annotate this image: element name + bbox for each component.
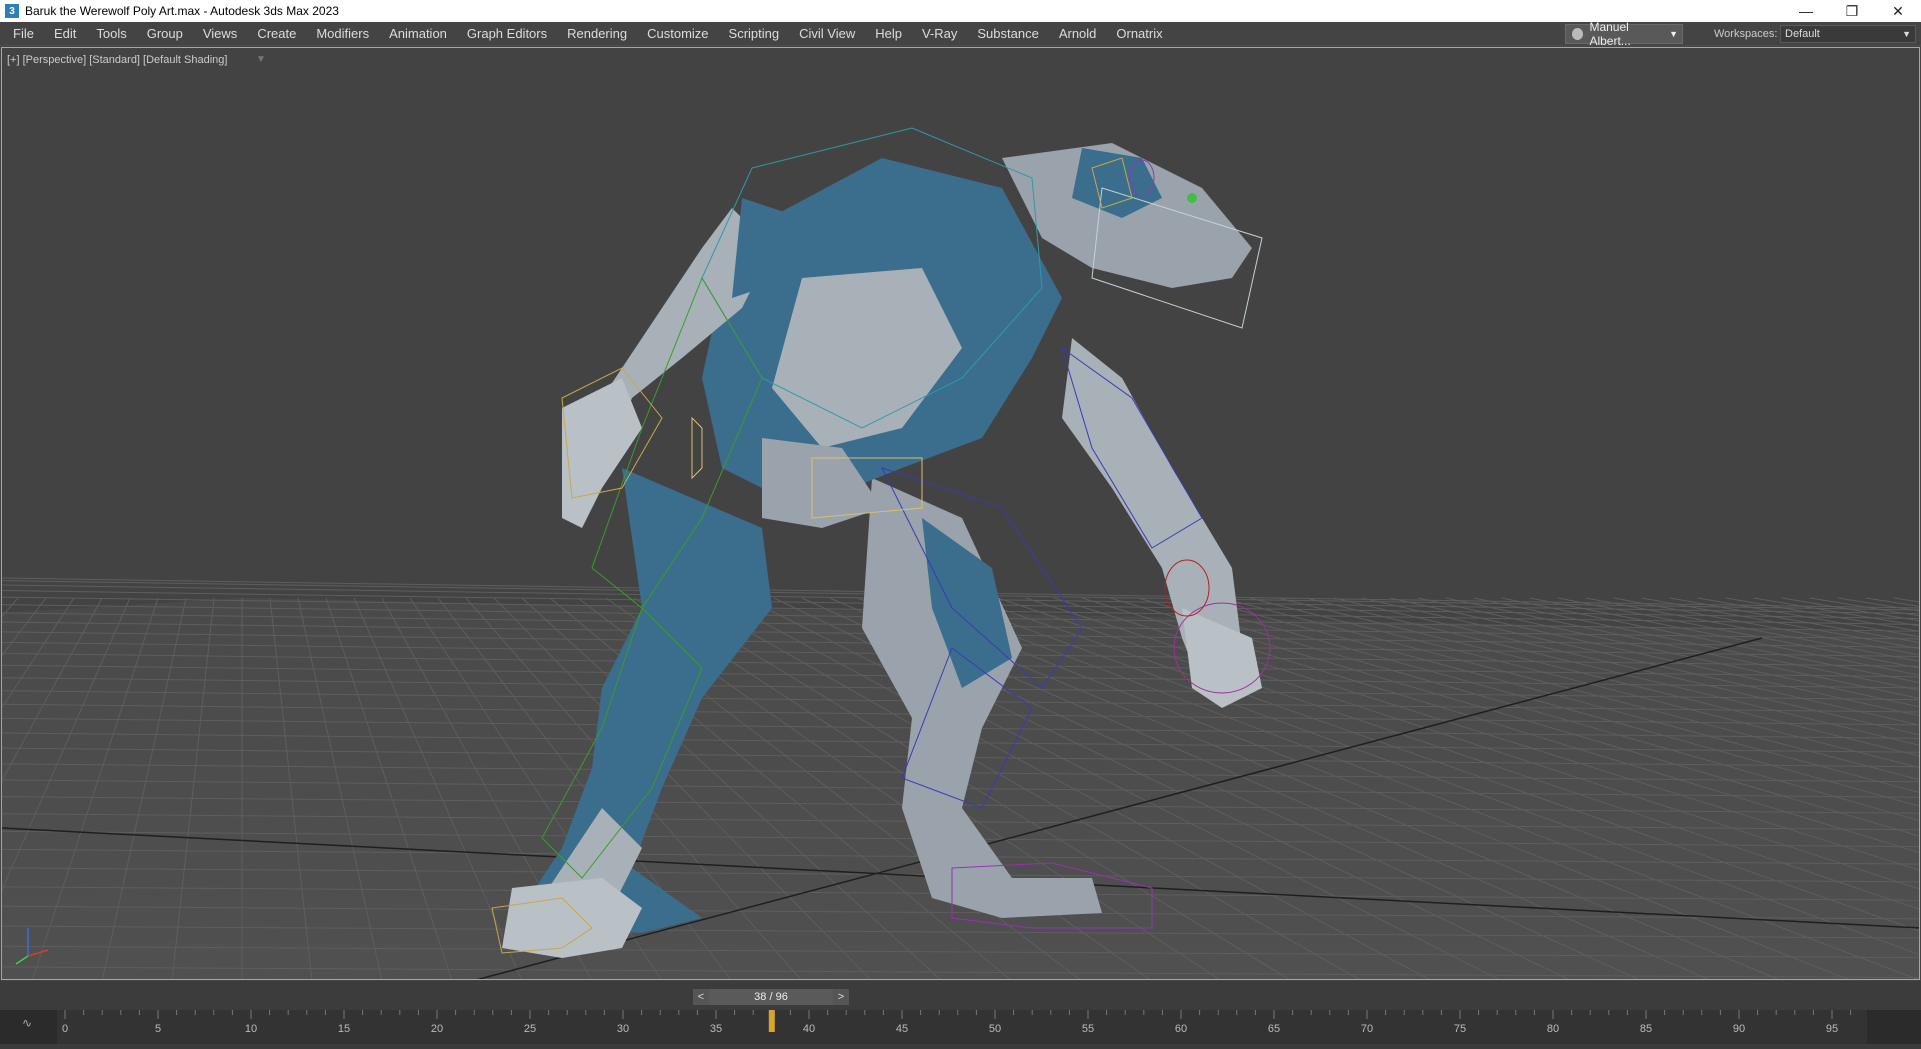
tick-label: 10	[245, 1023, 257, 1035]
tick-label: 35	[710, 1023, 722, 1035]
chevron-down-icon: ▼	[1902, 29, 1911, 39]
tick-label: 0	[62, 1023, 68, 1035]
tick-label: 95	[1826, 1023, 1838, 1035]
menu-animation[interactable]: Animation	[379, 22, 457, 46]
window-title: Baruk the Werewolf Poly Art.max - Autode…	[25, 4, 339, 18]
tick-label: 30	[617, 1023, 629, 1035]
workspace-select[interactable]: Default ▼	[1780, 25, 1916, 43]
menu-bar: File Edit Tools Group Views Create Modif…	[0, 20, 1921, 48]
next-frame-button[interactable]: >	[833, 989, 849, 1005]
track-bar[interactable]: ∿ 0 5 10 15 20 25 30 35 40 45 50 55 60 65 70 75 80 85 90 95	[0, 1010, 1921, 1044]
close-icon: ✕	[1892, 2, 1904, 19]
menu-substance[interactable]: Substance	[967, 22, 1048, 46]
tick-label: 5	[155, 1023, 161, 1035]
close-button[interactable]: ✕	[1875, 0, 1921, 22]
menu-tools[interactable]: Tools	[86, 22, 136, 46]
user-icon	[1572, 28, 1584, 40]
user-name: Manuel Albert...	[1589, 20, 1631, 48]
timeline-ticks[interactable]: 0 5 10 15 20 25 30 35 40 45 50 55 60 65 70 75 80 85 90 95	[57, 1010, 1867, 1044]
filter-icon[interactable]: ▼	[256, 54, 266, 65]
user-account-dropdown[interactable]: Manuel Albert... ▼	[1565, 20, 1683, 48]
curve-editor-icon[interactable]: ∿	[22, 1016, 32, 1030]
current-frame-marker[interactable]	[768, 1010, 775, 1032]
tick-label: 60	[1175, 1023, 1187, 1035]
tick-label: 25	[524, 1023, 536, 1035]
menu-graph-editors[interactable]: Graph Editors	[457, 22, 557, 46]
viewport-label[interactable]: [+] [Perspective] [Standard] [Default Sh…	[7, 54, 227, 66]
app-icon: 3	[5, 4, 19, 18]
minimize-icon: —	[1799, 3, 1813, 19]
menu-arnold[interactable]: Arnold	[1049, 22, 1107, 46]
tick-label: 20	[431, 1023, 443, 1035]
tick-label: 70	[1361, 1023, 1373, 1035]
restore-button[interactable]: ❐	[1829, 0, 1875, 22]
timeline-ruler: 0 5 10 15 20 25 30 35 40 45 50 55 60 65 70 75 80 85 90 95	[62, 1010, 1852, 1035]
menu-file[interactable]: File	[0, 22, 44, 46]
menu-civil-view[interactable]: Civil View	[789, 22, 865, 46]
window-controls: — ❐ ✕	[1783, 0, 1921, 22]
workspace-value: Default	[1785, 28, 1820, 40]
timeline-panel: < 38 / 96 > ∿ 0 5 10 15 20 25 30 35 40 45 50 55 60 65…	[0, 981, 1921, 1049]
workspaces-label: Workspaces:	[1714, 28, 1778, 40]
menu-modifiers[interactable]: Modifiers	[306, 22, 379, 46]
viewport-scene	[2, 127, 1919, 979]
menu-help[interactable]: Help	[865, 22, 912, 46]
tick-label: 90	[1733, 1023, 1745, 1035]
restore-icon: ❐	[1845, 2, 1859, 19]
prev-frame-button[interactable]: <	[693, 989, 709, 1005]
menu-rendering[interactable]: Rendering	[557, 22, 637, 46]
menu-create[interactable]: Create	[247, 22, 306, 46]
minimize-button[interactable]: —	[1783, 0, 1829, 22]
tick-label: 45	[896, 1023, 908, 1035]
chevron-down-icon: ▼	[1669, 29, 1678, 39]
menu-customize[interactable]: Customize	[637, 22, 718, 46]
menu-ornatrix[interactable]: Ornatrix	[1106, 22, 1172, 46]
time-slider[interactable]: < 38 / 96 >	[693, 989, 849, 1005]
menu-group[interactable]: Group	[137, 22, 193, 46]
tick-label: 75	[1454, 1023, 1466, 1035]
frame-display[interactable]: 38 / 96	[709, 989, 833, 1005]
tick-label: 80	[1547, 1023, 1559, 1035]
tick-label: 15	[338, 1023, 350, 1035]
tick-label: 40	[803, 1023, 815, 1035]
menu-scripting[interactable]: Scripting	[719, 22, 790, 46]
tick-label: 65	[1268, 1023, 1280, 1035]
tick-label: 85	[1640, 1023, 1652, 1035]
tick-label: 55	[1082, 1023, 1094, 1035]
menu-edit[interactable]: Edit	[44, 22, 86, 46]
tick-label: 50	[989, 1023, 1001, 1035]
perspective-viewport[interactable]: [+] [Perspective] [Standard] [Default Sh…	[1, 47, 1920, 980]
menu-views[interactable]: Views	[193, 22, 247, 46]
menu-vray[interactable]: V-Ray	[912, 22, 967, 46]
title-bar: 3 Baruk the Werewolf Poly Art.max - Auto…	[0, 0, 1921, 22]
